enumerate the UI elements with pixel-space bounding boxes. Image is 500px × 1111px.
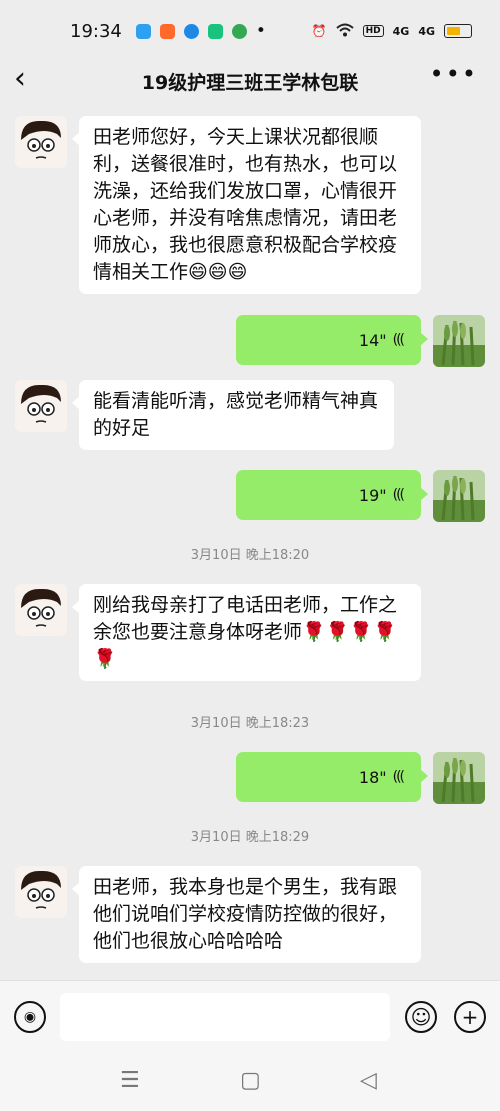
battery-icon xyxy=(444,24,472,38)
message-bubble-incoming[interactable]: 能看清能听清，感觉老师精气神真的好足 xyxy=(72,380,394,450)
status-indicators: ⏰ HD 4G 4G xyxy=(312,23,472,40)
green-app-icon xyxy=(207,23,223,39)
wifi-icon xyxy=(335,23,354,40)
orange-app-icon xyxy=(159,23,175,39)
chat-header: ‹ 19级护理三班王学林包联 ••• xyxy=(0,60,500,100)
alarm-icon: ⏰ xyxy=(311,24,327,38)
voice-message-bubble[interactable]: 19" ((( xyxy=(236,470,428,520)
my-avatar[interactable] xyxy=(433,470,485,522)
menu-nav-icon[interactable]: ☰ xyxy=(120,1068,140,1093)
voice-input-button[interactable]: ◉ xyxy=(14,1001,46,1033)
message-timestamp: 3月10日 晚上18:29 xyxy=(190,830,310,845)
chat-title: 19级护理三班王学林包联 xyxy=(141,71,359,94)
voice-duration: 14" xyxy=(358,330,387,350)
more-options-icon[interactable]: ••• xyxy=(430,60,478,88)
message-bubble-incoming[interactable]: 田老师您好，今天上课状况都很顺利，送餐很准时，也有热水，也可以洗澡，还给我们发放… xyxy=(72,116,421,294)
plus-icon: + xyxy=(461,1005,479,1029)
voice-duration: 18" xyxy=(358,767,387,787)
contact-avatar[interactable] xyxy=(15,380,67,432)
play-app-icon xyxy=(231,23,247,39)
emoji-button[interactable]: ☺ xyxy=(405,1001,437,1033)
blue-circle-app-icon xyxy=(183,23,199,39)
my-avatar[interactable] xyxy=(433,315,485,367)
status-bar: 19:34 • ⏰ HD 4G 4G xyxy=(0,0,500,62)
contact-avatar[interactable] xyxy=(15,584,67,636)
input-bar: ◉ ☺ + xyxy=(0,980,500,1051)
message-input[interactable] xyxy=(60,993,390,1041)
my-avatar[interactable] xyxy=(433,752,485,804)
voice-wave-icon: ((( xyxy=(392,487,405,503)
voice-message-bubble[interactable]: 18" ((( xyxy=(236,752,428,802)
message-timestamp: 3月10日 晚上18:23 xyxy=(190,716,310,731)
voice-wave-icon: ((( xyxy=(392,332,405,348)
back-icon[interactable]: ‹ xyxy=(14,64,26,94)
voice-input-icon: ◉ xyxy=(23,1009,37,1025)
message-bubble-incoming[interactable]: 田老师，我本身也是个男生，我有跟他们说咱们学校疫情防控做的很好，他们也很放心哈哈… xyxy=(72,866,421,963)
status-time: 19:34 xyxy=(70,20,122,42)
signal-icon-2: 4G xyxy=(418,24,435,38)
emoji-icon: ☺ xyxy=(410,1005,432,1029)
contact-avatar[interactable] xyxy=(15,866,67,918)
message-bubble-incoming[interactable]: 刚给我母亲打了电话田老师，工作之余您也要注意身体呀老师🌹🌹🌹🌹🌹 xyxy=(72,584,421,681)
status-dot: • xyxy=(255,21,266,41)
voice-wave-icon: ((( xyxy=(392,769,405,785)
voice-duration: 19" xyxy=(358,485,387,505)
paper-plane-app-icon xyxy=(135,23,151,39)
hd-icon: HD xyxy=(362,25,384,37)
voice-message-bubble[interactable]: 14" ((( xyxy=(236,315,428,365)
message-timestamp: 3月10日 晚上18:20 xyxy=(190,548,310,563)
more-functions-button[interactable]: + xyxy=(454,1001,486,1033)
system-nav-bar: ☰ ▢ ◁ xyxy=(0,1050,500,1111)
back-nav-icon[interactable]: ◁ xyxy=(360,1068,377,1093)
home-nav-icon[interactable]: ▢ xyxy=(240,1068,261,1093)
contact-avatar[interactable] xyxy=(15,116,67,168)
signal-icon-1: 4G xyxy=(392,24,410,38)
